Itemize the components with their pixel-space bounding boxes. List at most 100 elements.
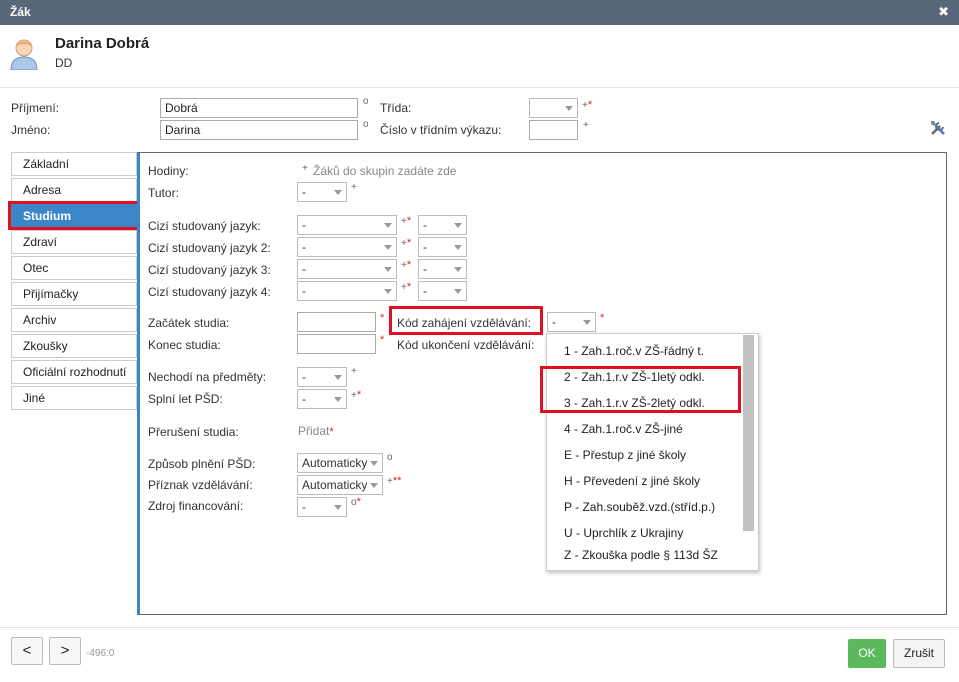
language3-level-select[interactable]: - <box>418 259 467 279</box>
prev-button[interactable]: < <box>11 637 43 665</box>
language3-label: Cizí studovaný jazyk 3: <box>148 263 271 277</box>
language2-level-select[interactable]: - <box>418 237 467 257</box>
tools-icon[interactable] <box>929 119 947 137</box>
interruption-add-text: Přidat <box>298 424 330 438</box>
firstname-input[interactable]: Darina <box>160 120 358 140</box>
footer-divider <box>0 627 959 628</box>
dropdown-option[interactable]: E - Přestup z jiné školy <box>564 448 686 462</box>
tab-studium[interactable]: Studium <box>11 204 137 228</box>
student-initials: DD <box>55 56 73 70</box>
asterisk: * <box>406 281 412 293</box>
study-start-label: Začátek studia: <box>148 316 230 330</box>
chevron-down-icon <box>454 267 462 272</box>
required-mark: +* <box>582 97 592 111</box>
window-title: Žák <box>10 5 31 19</box>
dropdown-option[interactable]: 2 - Zah.1.r.v ZŠ-1letý odkl. <box>564 370 705 384</box>
language3-level-value: - <box>423 262 427 276</box>
psd-mode-label: Způsob plnění PŠD: <box>148 457 256 471</box>
dropdown-scrollbar[interactable] <box>743 335 754 531</box>
tutor-select[interactable]: - <box>297 182 347 202</box>
dropdown-option[interactable]: H - Převedení z jiné školy <box>564 474 700 488</box>
surname-input[interactable]: Dobrá <box>160 98 358 118</box>
chevron-down-icon <box>334 190 342 195</box>
class-select[interactable] <box>529 98 578 118</box>
register-number-label: Číslo v třídním výkazu: <box>380 123 502 137</box>
dropdown-option[interactable]: Z - Zkouška podle § 113d ŠZ <box>564 548 718 562</box>
dropdown-option[interactable]: 4 - Zah.1.roč.v ZŠ-jiné <box>564 422 683 436</box>
required-mark: o* <box>351 494 361 508</box>
language1-level-select[interactable]: - <box>418 215 467 235</box>
tab-zakladni[interactable]: Základní <box>11 152 137 176</box>
next-button[interactable]: > <box>49 637 81 665</box>
chevron-down-icon <box>334 375 342 380</box>
record-id: -496:0 <box>86 648 115 659</box>
required-mark: +** <box>387 473 401 487</box>
asterisk: * <box>380 334 385 346</box>
language2-select[interactable]: - <box>297 237 397 257</box>
language1-value: - <box>302 218 306 232</box>
hours-hint-link[interactable]: Žáků do skupin zadáte zde <box>313 164 456 178</box>
chevron-down-icon <box>454 245 462 250</box>
plus-mark: + <box>351 366 357 377</box>
asterisk: * <box>406 237 412 249</box>
edu-flag-select[interactable]: Automaticky <box>297 475 383 495</box>
register-number-input[interactable] <box>529 120 578 140</box>
required-mark: +* <box>401 213 411 227</box>
asterisk: * <box>406 215 412 227</box>
start-code-value: - <box>552 315 556 329</box>
tab-oficialni-rozhodnuti[interactable]: Oficiální rozhodnutí <box>11 360 137 384</box>
psd-years-label: Splní let PŠD: <box>148 392 223 406</box>
close-icon[interactable]: ✖ <box>938 4 949 20</box>
window-titlebar: Žák ✖ <box>0 0 959 25</box>
header-divider <box>0 87 959 88</box>
student-name: Darina Dobrá <box>55 35 150 52</box>
plus-mark: + <box>302 163 308 174</box>
asterisk: * <box>397 475 402 487</box>
language4-level-select[interactable]: - <box>418 281 467 301</box>
asterisk: * <box>380 312 385 324</box>
user-avatar-icon <box>9 36 39 71</box>
chevron-down-icon <box>384 289 392 294</box>
language2-level-value: - <box>423 240 427 254</box>
tab-prijimacky[interactable]: Přijímačky <box>11 282 137 306</box>
funding-select[interactable]: - <box>297 497 347 517</box>
start-code-dropdown[interactable]: 1 - Zah.1.roč.v ZŠ-řádný t. 2 - Zah.1.r.… <box>546 333 759 571</box>
cancel-button[interactable]: Zrušit <box>893 639 945 668</box>
study-start-input[interactable] <box>297 312 376 332</box>
ok-button[interactable]: OK <box>848 639 886 668</box>
tab-zkousky[interactable]: Zkoušky <box>11 334 137 358</box>
language4-select[interactable]: - <box>297 281 397 301</box>
dropdown-option[interactable]: U - Uprchlík z Ukrajiny <box>564 526 683 540</box>
tab-otec[interactable]: Otec <box>11 256 137 280</box>
optional-mark: o <box>387 452 393 463</box>
language1-level-value: - <box>423 218 427 232</box>
chevron-down-icon <box>583 320 591 325</box>
language4-label: Cizí studovaný jazyk 4: <box>148 285 271 299</box>
language4-level-value: - <box>423 284 427 298</box>
tab-archiv[interactable]: Archiv <box>11 308 137 332</box>
optional-mark: o <box>363 119 369 130</box>
tab-zdravi[interactable]: Zdraví <box>11 230 137 254</box>
language1-select[interactable]: - <box>297 215 397 235</box>
psd-years-select[interactable]: - <box>297 389 347 409</box>
tab-jine[interactable]: Jiné <box>11 386 137 410</box>
dropdown-option[interactable]: 3 - Zah.1.r.v ZŠ-2letý odkl. <box>564 396 705 410</box>
start-code-select[interactable]: - <box>547 312 596 332</box>
tab-adresa[interactable]: Adresa <box>11 178 137 202</box>
language4-value: - <box>302 284 306 298</box>
study-end-input[interactable] <box>297 334 376 354</box>
asterisk: * <box>406 259 412 271</box>
study-end-label: Konec studia: <box>148 338 221 352</box>
not-attending-select[interactable]: - <box>297 367 347 387</box>
funding-value: - <box>302 500 306 514</box>
dropdown-option[interactable]: 1 - Zah.1.roč.v ZŠ-řádný t. <box>564 344 704 358</box>
chevron-down-icon <box>384 223 392 228</box>
required-mark: +* <box>401 235 411 249</box>
language3-select[interactable]: - <box>297 259 397 279</box>
dropdown-option[interactable]: P - Zah.souběž.vzd.(stříd.p.) <box>564 500 715 514</box>
surname-label: Příjmení: <box>11 101 60 115</box>
chevron-down-icon <box>370 461 378 466</box>
psd-mode-select[interactable]: Automaticky <box>297 453 383 473</box>
interruption-add-link[interactable]: Přidat* <box>298 424 334 438</box>
tutor-label: Tutor: <box>148 186 179 200</box>
